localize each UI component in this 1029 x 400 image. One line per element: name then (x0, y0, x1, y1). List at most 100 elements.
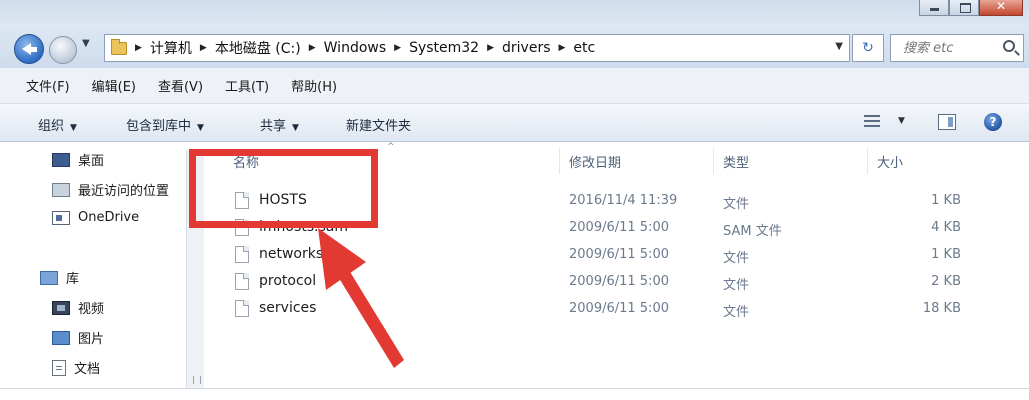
minimize-button[interactable] (919, 0, 949, 16)
include-in-library-button[interactable]: 包含到库中 ▼ (126, 115, 204, 134)
breadcrumb-computer[interactable]: 计算机 (150, 38, 192, 58)
nav-item-onedrive[interactable]: OneDrive (52, 210, 139, 225)
chevron-right-icon[interactable]: ▶ (135, 43, 142, 53)
file-type: 文件 (723, 251, 750, 266)
share-label: 共享 (260, 119, 287, 134)
menu-edit[interactable]: 编辑(E) (92, 76, 136, 95)
breadcrumb-windows[interactable]: Windows (324, 40, 387, 56)
address-dropdown-icon[interactable]: ▼ (835, 41, 843, 52)
breadcrumb-local-disk[interactable]: 本地磁盘 (C:) (215, 38, 301, 58)
nav-item-label: 视频 (78, 302, 105, 317)
breadcrumb-etc[interactable]: etc (573, 40, 595, 56)
nav-item-label: 文档 (74, 362, 101, 377)
file-modified: 2009/6/11 5:00 (569, 247, 669, 262)
sort-ascending-icon: ^ (387, 142, 395, 152)
file-type: SAM 文件 (723, 224, 782, 239)
column-divider[interactable] (867, 148, 868, 174)
nav-item-label: 库 (66, 272, 80, 287)
search-icon[interactable] (1003, 40, 1015, 52)
file-name: protocol (259, 273, 317, 289)
nav-item-recent-places[interactable]: 最近访问的位置 (52, 180, 169, 199)
table-row[interactable]: networks 2009/6/11 5:00 文件 1 KB (205, 242, 1029, 268)
chevron-right-icon[interactable]: ▶ (200, 43, 207, 53)
recent-places-icon (52, 182, 70, 197)
help-icon[interactable]: ? (984, 113, 1002, 131)
nav-item-desktop[interactable]: 桌面 (52, 150, 104, 169)
file-icon (235, 246, 249, 263)
menu-help[interactable]: 帮助(H) (291, 76, 337, 95)
back-button[interactable] (14, 34, 44, 64)
file-type: 文件 (723, 305, 750, 320)
menu-file[interactable]: 文件(F) (26, 76, 70, 95)
organize-button[interactable]: 组织 ▼ (38, 115, 77, 134)
refresh-icon: ↻ (862, 40, 874, 56)
annotation-highlight-box (189, 149, 378, 228)
file-modified: 2009/6/11 5:00 (569, 301, 669, 316)
document-icon (52, 359, 66, 376)
breadcrumb-system32[interactable]: System32 (409, 40, 479, 56)
onedrive-icon (52, 210, 70, 225)
chevron-down-icon: ▼ (197, 123, 204, 133)
new-folder-label: 新建文件夹 (346, 119, 412, 134)
view-options-dropdown[interactable]: ▼ (898, 116, 905, 126)
address-bar[interactable]: ▶ 计算机 ▶ 本地磁盘 (C:) ▶ Windows ▶ System32 ▶… (104, 34, 850, 62)
chevron-right-icon[interactable]: ▶ (394, 43, 401, 53)
file-size: 18 KB (922, 301, 961, 316)
chevron-right-icon[interactable]: ▶ (559, 43, 566, 53)
column-divider[interactable] (559, 148, 560, 174)
close-button[interactable] (979, 0, 1023, 16)
new-folder-button[interactable]: 新建文件夹 (346, 115, 411, 134)
column-divider[interactable] (713, 148, 714, 174)
column-header-size[interactable]: 大小 (877, 152, 903, 171)
column-header-modified[interactable]: 修改日期 (569, 152, 621, 171)
address-row: ▼ ▶ 计算机 ▶ 本地磁盘 (C:) ▶ Windows ▶ System32… (0, 28, 1029, 68)
file-size: 2 KB (931, 274, 961, 289)
picture-icon (52, 330, 70, 345)
chevron-down-icon: ▼ (70, 123, 77, 133)
breadcrumb-drivers[interactable]: drivers (502, 40, 550, 56)
file-size: 1 KB (931, 247, 961, 262)
search-input[interactable] (903, 40, 993, 56)
search-box[interactable] (890, 34, 1024, 62)
nav-item-label: 图片 (78, 332, 105, 347)
file-icon (235, 273, 249, 290)
chevron-down-icon: ▼ (292, 123, 299, 133)
command-bar: 组织 ▼ 包含到库中 ▼ 共享 ▼ 新建文件夹 ▼ ? (0, 104, 1029, 142)
file-modified: 2016/11/4 11:39 (569, 193, 678, 208)
table-row[interactable]: services 2009/6/11 5:00 文件 18 KB (205, 296, 1029, 322)
forward-button[interactable] (49, 36, 77, 64)
window-controls (919, 0, 1023, 16)
file-icon (235, 300, 249, 317)
file-name: networks (259, 246, 324, 262)
preview-pane-icon[interactable] (938, 114, 956, 130)
maximize-button[interactable] (949, 0, 979, 16)
nav-item-pictures[interactable]: 图片 (52, 328, 104, 347)
file-type: 文件 (723, 278, 750, 293)
nav-item-documents[interactable]: 文档 (52, 358, 100, 377)
nav-item-label: 最近访问的位置 (78, 184, 170, 199)
nav-item-videos[interactable]: 视频 (52, 298, 104, 317)
chevron-right-icon[interactable]: ▶ (309, 43, 316, 53)
file-modified: 2009/6/11 5:00 (569, 220, 669, 235)
title-bar (0, 0, 1029, 28)
file-name: services (259, 300, 317, 316)
view-options-icon[interactable] (864, 115, 880, 129)
include-in-library-label: 包含到库中 (126, 119, 192, 134)
library-icon (40, 270, 58, 285)
table-row[interactable]: protocol 2009/6/11 5:00 文件 2 KB (205, 269, 1029, 295)
menu-tools[interactable]: 工具(T) (225, 76, 269, 95)
recent-pages-dropdown[interactable]: ▼ (82, 38, 90, 49)
menu-view[interactable]: 查看(V) (158, 76, 203, 95)
chevron-right-icon[interactable]: ▶ (487, 43, 494, 53)
column-header-type[interactable]: 类型 (723, 152, 749, 171)
window-bottom-edge (0, 388, 1029, 400)
refresh-button[interactable]: ↻ (852, 34, 884, 62)
nav-item-libraries[interactable]: 库 (40, 268, 79, 287)
folder-icon (111, 38, 127, 55)
share-button[interactable]: 共享 ▼ (260, 115, 299, 134)
file-type: 文件 (723, 197, 750, 212)
nav-item-label: 桌面 (78, 154, 105, 169)
navigation-pane: 桌面 最近访问的位置 OneDrive 库 视频 图片 文档 (0, 142, 190, 388)
video-icon (52, 300, 70, 315)
file-size: 4 KB (931, 220, 961, 235)
